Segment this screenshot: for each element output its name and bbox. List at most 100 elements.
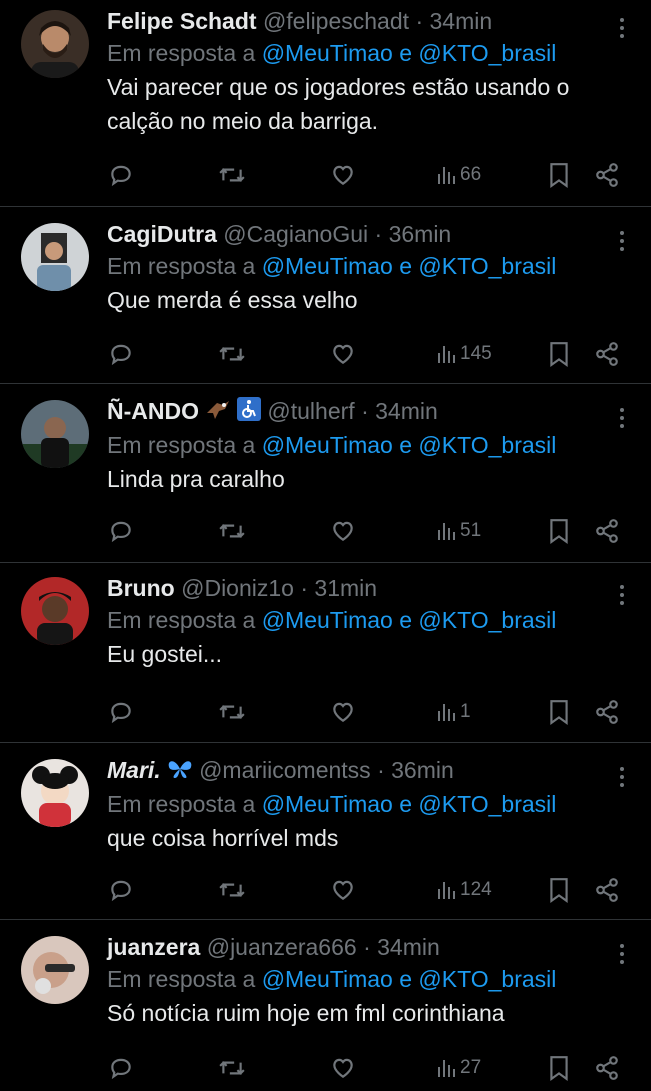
more-icon[interactable] bbox=[619, 944, 625, 968]
reply-button[interactable] bbox=[108, 1053, 134, 1083]
reply-prefix: Em resposta a bbox=[107, 40, 256, 66]
like-button[interactable] bbox=[330, 160, 356, 190]
timestamp[interactable]: 31min bbox=[314, 575, 377, 601]
retweet-button[interactable] bbox=[218, 516, 246, 546]
share-button[interactable] bbox=[594, 516, 620, 546]
user-handle[interactable]: @Dioniz1o bbox=[181, 575, 294, 601]
tweet-text-line: Eu gostei... bbox=[107, 641, 223, 667]
wheelchair-emoji bbox=[237, 397, 261, 428]
bookmark-button[interactable] bbox=[548, 160, 570, 190]
retweet-button[interactable] bbox=[218, 339, 246, 369]
timestamp[interactable]: 34min bbox=[375, 398, 438, 424]
share-button[interactable] bbox=[594, 697, 620, 727]
display-name[interactable]: Mari. bbox=[107, 757, 161, 783]
views-button[interactable]: 51 bbox=[436, 516, 481, 546]
display-name[interactable]: Felipe Schadt bbox=[107, 8, 257, 34]
tweet[interactable]: juanzera @juanzera666 · 34min Em respost… bbox=[0, 920, 651, 1091]
bookmark-button[interactable] bbox=[548, 875, 570, 905]
views-button[interactable]: 27 bbox=[436, 1053, 481, 1083]
reply-prefix: Em resposta a bbox=[107, 790, 256, 817]
display-name[interactable]: Bruno bbox=[107, 575, 175, 601]
views-icon bbox=[438, 167, 455, 184]
tweet-text-line: que coisa horrível mds bbox=[107, 824, 339, 851]
bookmark-button[interactable] bbox=[548, 1053, 570, 1083]
reply-button[interactable] bbox=[108, 339, 134, 369]
bookmark-button[interactable] bbox=[548, 697, 570, 727]
timestamp[interactable]: 34min bbox=[377, 934, 440, 960]
reply-mentions[interactable]: @MeuTimao e @KTO_brasil bbox=[262, 791, 557, 817]
share-button[interactable] bbox=[594, 339, 620, 369]
like-button[interactable] bbox=[330, 875, 356, 905]
views-button[interactable]: 66 bbox=[436, 160, 481, 190]
reply-button[interactable] bbox=[108, 516, 134, 546]
tweet[interactable]: Ñ-ANDO @tulherf · 34min Em resposta a @M… bbox=[0, 384, 651, 563]
reply-mentions[interactable]: @MeuTimao e @KTO_brasil bbox=[262, 40, 557, 66]
avatar[interactable] bbox=[21, 936, 89, 1004]
views-button[interactable]: 124 bbox=[436, 875, 492, 905]
tweet[interactable]: CagiDutra @CagianoGui · 36min Em respost… bbox=[0, 207, 651, 384]
reply-mentions[interactable]: @MeuTimao e @KTO_brasil bbox=[262, 607, 557, 633]
like-button[interactable] bbox=[330, 339, 356, 369]
display-name[interactable]: CagiDutra bbox=[107, 221, 217, 247]
reply-mentions[interactable]: @MeuTimao e @KTO_brasil bbox=[262, 966, 557, 992]
share-button[interactable] bbox=[594, 1053, 620, 1083]
more-icon[interactable] bbox=[619, 231, 625, 255]
views-count: 124 bbox=[460, 879, 492, 900]
retweet-button[interactable] bbox=[218, 160, 246, 190]
views-count: 1 bbox=[460, 701, 471, 722]
avatar[interactable] bbox=[21, 759, 89, 827]
user-handle[interactable]: @tulherf bbox=[267, 398, 354, 424]
reply-button[interactable] bbox=[108, 875, 134, 905]
views-button[interactable]: 145 bbox=[436, 339, 492, 369]
timestamp[interactable]: 36min bbox=[391, 757, 454, 783]
reply-button[interactable] bbox=[108, 697, 134, 727]
timestamp[interactable]: 36min bbox=[389, 221, 452, 247]
more-icon[interactable] bbox=[619, 767, 625, 791]
reply-feed: Felipe Schadt @felipeschadt · 34min Em r… bbox=[0, 0, 651, 1091]
reply-mentions[interactable]: @MeuTimao e @KTO_brasil bbox=[262, 432, 557, 458]
tweet[interactable]: Felipe Schadt @felipeschadt · 34min Em r… bbox=[0, 0, 651, 207]
avatar[interactable] bbox=[21, 577, 89, 645]
retweet-button[interactable] bbox=[218, 875, 246, 905]
user-handle[interactable]: @mariicomentss bbox=[199, 757, 371, 783]
bookmark-button[interactable] bbox=[548, 516, 570, 546]
retweet-button[interactable] bbox=[218, 1053, 246, 1083]
separator-dot: · bbox=[361, 398, 369, 424]
display-name[interactable]: Ñ-ANDO bbox=[107, 398, 199, 424]
like-button[interactable] bbox=[330, 516, 356, 546]
reply-mentions[interactable]: @MeuTimao e @KTO_brasil bbox=[262, 253, 557, 279]
tweet[interactable]: Mari. @mariicomentss · 36min Em resposta… bbox=[0, 743, 651, 920]
user-handle[interactable]: @juanzera666 bbox=[207, 934, 357, 960]
reply-button[interactable] bbox=[108, 160, 134, 190]
retweet-button[interactable] bbox=[218, 697, 246, 727]
more-icon[interactable] bbox=[619, 585, 625, 609]
more-icon[interactable] bbox=[619, 408, 625, 432]
display-name[interactable]: juanzera bbox=[107, 934, 200, 960]
tweet[interactable]: Bruno @Dioniz1o · 31min Em resposta a @M… bbox=[0, 563, 651, 743]
reply-icon bbox=[111, 344, 131, 366]
user-handle[interactable]: @CagianoGui bbox=[223, 221, 368, 247]
avatar[interactable] bbox=[21, 400, 89, 468]
like-icon bbox=[333, 344, 353, 364]
share-button[interactable] bbox=[594, 875, 620, 905]
share-button[interactable] bbox=[594, 160, 620, 190]
timestamp[interactable]: 34min bbox=[430, 8, 493, 34]
bookmark-icon bbox=[550, 342, 568, 367]
like-icon bbox=[333, 702, 353, 722]
tweet-text-line: Linda pra caralho bbox=[107, 466, 285, 493]
user-handle[interactable]: @felipeschadt bbox=[263, 8, 409, 34]
views-count: 66 bbox=[460, 164, 482, 185]
like-button[interactable] bbox=[330, 1053, 356, 1083]
avatar[interactable] bbox=[21, 223, 89, 291]
bookmark-button[interactable] bbox=[548, 339, 570, 369]
like-button[interactable] bbox=[330, 697, 356, 727]
avatar[interactable] bbox=[21, 10, 89, 78]
like-icon bbox=[333, 1058, 353, 1078]
reply-prefix: Em resposta a bbox=[107, 432, 256, 459]
more-icon[interactable] bbox=[619, 18, 625, 42]
share-icon bbox=[596, 1056, 618, 1080]
views-button[interactable]: 1 bbox=[436, 697, 471, 727]
reply-prefix: Em resposta a bbox=[107, 253, 256, 279]
views-icon bbox=[438, 523, 455, 540]
views-icon bbox=[438, 882, 455, 899]
